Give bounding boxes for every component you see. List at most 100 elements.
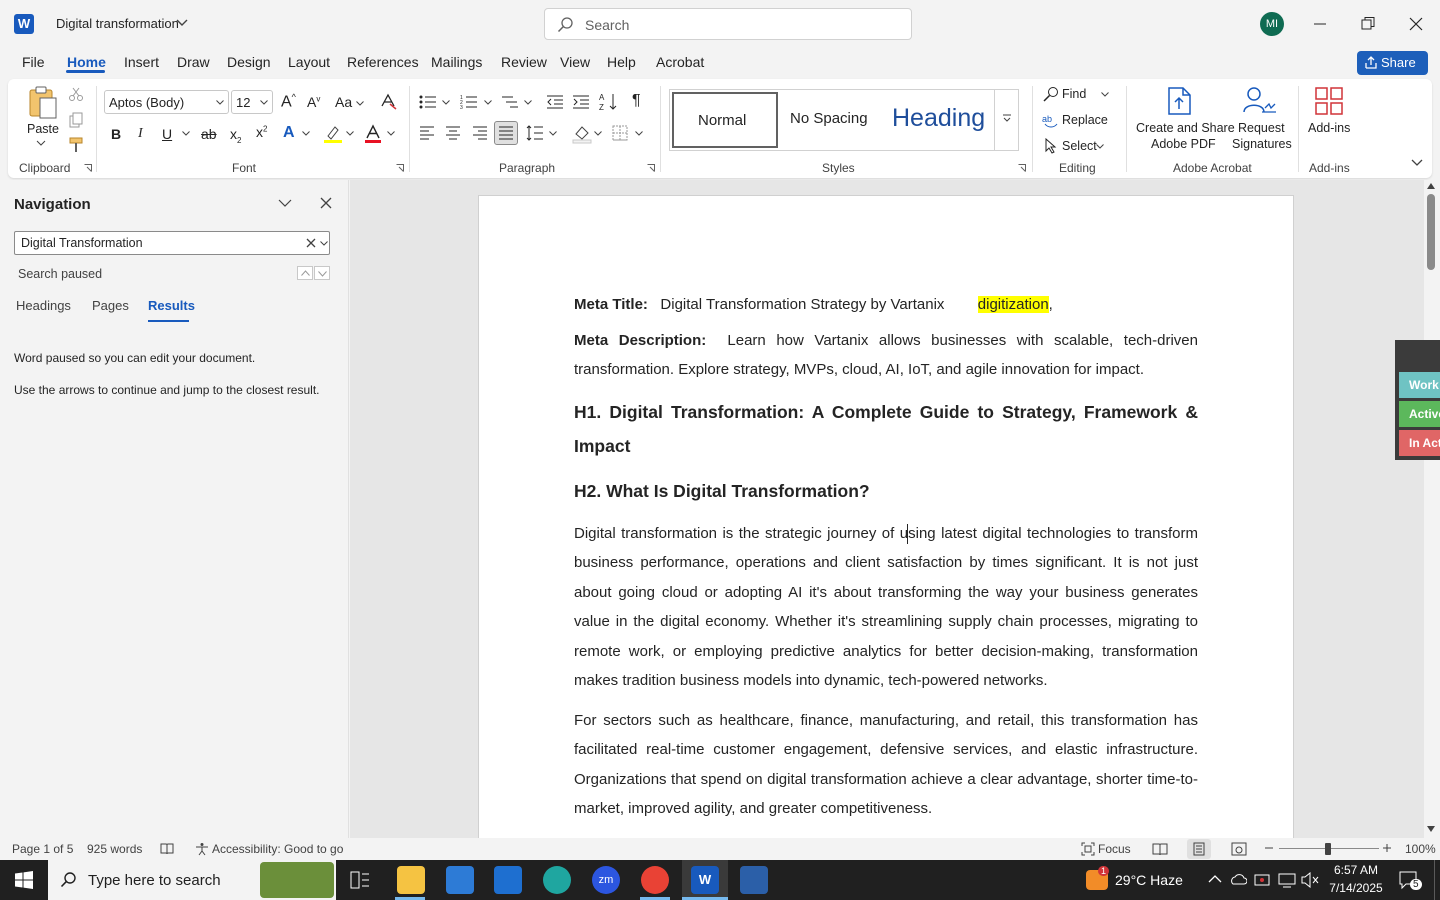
inactive-status-item[interactable]: In Act bbox=[1399, 430, 1440, 456]
create-share-pdf-line1[interactable]: Create and Share bbox=[1136, 121, 1235, 135]
taskbar-search-box[interactable]: Type here to search bbox=[48, 860, 336, 900]
word-app-icon[interactable]: W bbox=[14, 14, 34, 34]
zoom-slider-thumb[interactable] bbox=[1325, 843, 1331, 855]
web-layout-icon[interactable] bbox=[1231, 842, 1247, 856]
collapse-ribbon-icon[interactable] bbox=[1411, 159, 1423, 167]
proofing-icon[interactable] bbox=[160, 843, 174, 855]
close-icon[interactable] bbox=[1406, 14, 1426, 34]
word-count[interactable]: 925 words bbox=[87, 842, 142, 856]
chevron-down-icon[interactable] bbox=[216, 100, 224, 105]
tab-design[interactable]: Design bbox=[227, 54, 271, 70]
focus-button[interactable]: Focus bbox=[1098, 842, 1131, 856]
microsoft-store-icon[interactable] bbox=[446, 866, 474, 894]
shrink-font-icon[interactable]: Av bbox=[307, 94, 320, 110]
accessibility-icon[interactable] bbox=[195, 842, 209, 856]
share-button[interactable]: Share bbox=[1357, 51, 1428, 75]
chevron-down-icon[interactable] bbox=[320, 241, 328, 246]
word-taskbar-icon[interactable]: W bbox=[691, 866, 719, 894]
dialog-launcher-icon[interactable] bbox=[647, 164, 655, 172]
find-icon[interactable] bbox=[1042, 86, 1060, 102]
style-heading[interactable]: Heading bbox=[890, 92, 994, 148]
security-icon[interactable] bbox=[1254, 872, 1270, 888]
italic-icon[interactable]: I bbox=[138, 126, 143, 142]
print-layout-button[interactable] bbox=[1187, 839, 1211, 859]
onedrive-icon[interactable] bbox=[1229, 872, 1247, 886]
clock-date[interactable]: 7/14/2025 bbox=[1328, 881, 1384, 895]
grow-font-icon[interactable]: A^ bbox=[281, 92, 296, 111]
show-formatting-marks-icon[interactable]: ¶ bbox=[632, 92, 641, 110]
meta-title-line[interactable]: Meta Title: Digital Transformation Strat… bbox=[574, 290, 1198, 319]
title-search-box[interactable]: Search bbox=[544, 8, 912, 40]
page-count[interactable]: Page 1 of 5 bbox=[12, 842, 73, 856]
zoom-out-icon[interactable] bbox=[1264, 846, 1274, 850]
vertical-scrollbar[interactable] bbox=[1424, 180, 1440, 838]
chrome-icon[interactable] bbox=[641, 866, 669, 894]
copy-icon[interactable] bbox=[68, 112, 84, 128]
focus-icon[interactable] bbox=[1081, 842, 1095, 856]
bold-icon[interactable]: B bbox=[111, 126, 121, 142]
subscript-icon[interactable]: x2 bbox=[230, 126, 241, 145]
volume-muted-icon[interactable] bbox=[1301, 872, 1319, 888]
chevron-down-icon[interactable] bbox=[176, 18, 188, 28]
heading-h2[interactable]: H2. What Is Digital Transformation? bbox=[574, 481, 1198, 502]
replace-button[interactable]: Replace bbox=[1062, 113, 1108, 127]
previous-result-button[interactable] bbox=[297, 266, 313, 280]
select-cursor-icon[interactable] bbox=[1044, 138, 1058, 154]
meta-description-paragraph[interactable]: Meta Description: Learn how Vartanix all… bbox=[574, 326, 1198, 385]
tab-mailings[interactable]: Mailings bbox=[431, 54, 482, 70]
font-size-box[interactable]: 12 bbox=[231, 90, 273, 114]
chevron-down-icon[interactable] bbox=[524, 100, 532, 105]
clear-search-icon[interactable] bbox=[306, 238, 316, 248]
sort-icon[interactable]: AZ bbox=[599, 92, 619, 112]
chevron-down-icon[interactable] bbox=[1096, 144, 1104, 149]
chevron-down-icon[interactable] bbox=[356, 101, 364, 106]
borders-icon[interactable] bbox=[612, 125, 628, 141]
tab-layout[interactable]: Layout bbox=[288, 54, 330, 70]
style-normal[interactable]: Normal bbox=[672, 92, 778, 148]
find-button[interactable]: Find bbox=[1062, 87, 1086, 101]
accessibility-status[interactable]: Accessibility: Good to go bbox=[212, 842, 343, 856]
decrease-indent-icon[interactable] bbox=[546, 94, 564, 110]
body-paragraph-2[interactable]: For sectors such as healthcare, finance,… bbox=[574, 706, 1198, 824]
highlight-icon[interactable] bbox=[323, 124, 343, 144]
add-ins-icon[interactable] bbox=[1314, 86, 1344, 116]
tab-insert[interactable]: Insert bbox=[124, 54, 159, 70]
edge-browser-icon[interactable] bbox=[543, 866, 571, 894]
body-paragraph-1[interactable]: Digital transformation is the strategic … bbox=[574, 519, 1198, 695]
add-ins-button[interactable]: Add-ins bbox=[1308, 121, 1350, 135]
chevron-down-icon[interactable] bbox=[302, 131, 310, 136]
paste-icon[interactable] bbox=[26, 86, 58, 120]
document-title[interactable]: Digital transformation bbox=[56, 16, 179, 31]
restore-icon[interactable] bbox=[1358, 14, 1378, 34]
work-status-item[interactable]: Work bbox=[1399, 372, 1440, 398]
clear-formatting-icon[interactable] bbox=[379, 92, 397, 110]
show-desktop-button[interactable] bbox=[1434, 860, 1435, 900]
superscript-icon[interactable]: x2 bbox=[256, 124, 267, 140]
scroll-down-arrow-icon[interactable] bbox=[1426, 825, 1436, 833]
increase-indent-icon[interactable] bbox=[572, 94, 590, 110]
tab-acrobat[interactable]: Acrobat bbox=[656, 54, 704, 70]
chevron-down-icon[interactable] bbox=[36, 140, 46, 146]
create-share-pdf-line2[interactable]: Adobe PDF bbox=[1151, 137, 1216, 151]
zoom-in-icon[interactable] bbox=[1382, 843, 1392, 853]
request-signatures-line2[interactable]: Signatures bbox=[1232, 137, 1292, 151]
show-hidden-icons-chevron-icon[interactable] bbox=[1208, 874, 1222, 884]
tab-pages[interactable]: Pages bbox=[92, 298, 129, 313]
close-pane-icon[interactable] bbox=[320, 197, 332, 209]
active-status-item[interactable]: Active bbox=[1399, 401, 1440, 427]
weather-text[interactable]: 29°C Haze bbox=[1115, 872, 1183, 888]
dialog-launcher-icon[interactable] bbox=[396, 164, 404, 172]
mail-icon[interactable] bbox=[494, 866, 522, 894]
tab-results[interactable]: Results bbox=[148, 298, 195, 313]
align-left-icon[interactable] bbox=[419, 126, 435, 140]
windows-start-icon[interactable] bbox=[15, 871, 33, 889]
align-right-icon[interactable] bbox=[472, 126, 488, 140]
minimize-icon[interactable] bbox=[1310, 14, 1330, 34]
zoom-level[interactable]: 100% bbox=[1405, 842, 1436, 856]
chevron-down-icon[interactable] bbox=[635, 131, 643, 136]
chevron-down-icon[interactable] bbox=[594, 131, 602, 136]
dialog-launcher-icon[interactable] bbox=[1018, 164, 1026, 172]
request-signatures-icon[interactable] bbox=[1242, 86, 1278, 116]
read-mode-icon[interactable] bbox=[1152, 842, 1168, 856]
chevron-down-icon[interactable] bbox=[260, 100, 268, 105]
